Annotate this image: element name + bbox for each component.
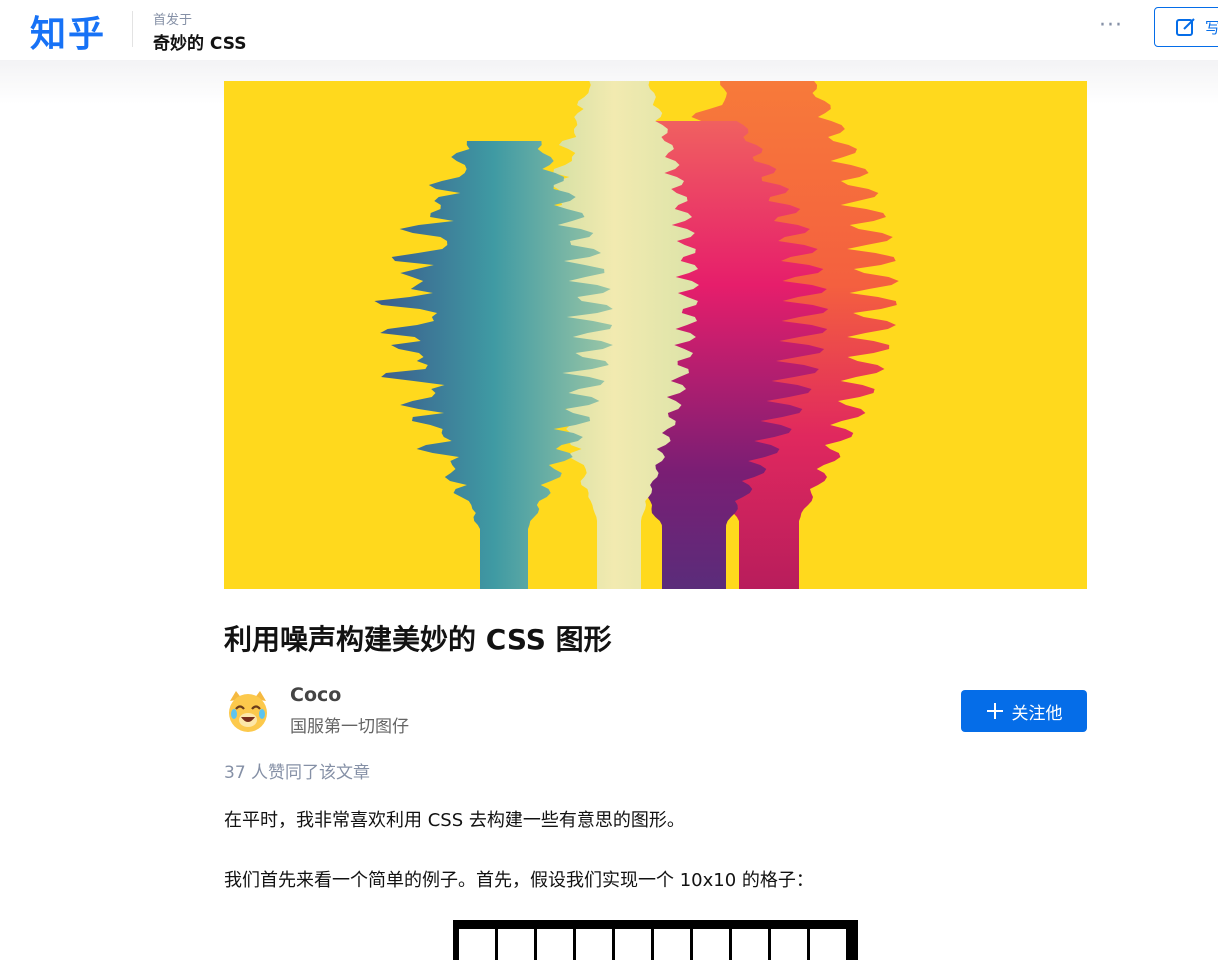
article-title: 利用噪声构建美妙的 CSS 图形 [224, 623, 612, 656]
paragraph-1: 在平时，我非常喜欢利用 CSS 去构建一些有意思的图形。 [224, 810, 685, 831]
column-prefix: 首发于 [153, 13, 193, 28]
cover-image [224, 81, 1087, 589]
grid-cell [459, 929, 495, 960]
author-avatar[interactable] [224, 687, 272, 735]
author-bio: 国服第一切图仔 [290, 717, 409, 737]
grid-cell [576, 929, 612, 960]
grid-cell [537, 929, 573, 960]
top-header: 知乎 首发于 奇妙的 CSS ··· 写 [0, 0, 1218, 60]
zhihu-logo[interactable]: 知乎 [30, 5, 106, 57]
grid-cell [732, 929, 768, 960]
grid-cell [498, 929, 534, 960]
grid-cell [771, 929, 807, 960]
header-divider [132, 11, 133, 47]
grid-cell [810, 929, 846, 960]
grid-cell [654, 929, 690, 960]
follow-button[interactable]: 关注他 [961, 690, 1087, 732]
plus-icon [986, 703, 1003, 719]
write-article-button[interactable]: 写 [1154, 7, 1218, 47]
edit-icon [1176, 18, 1195, 36]
write-label: 写 [1205, 18, 1218, 37]
more-options-button[interactable]: ··· [1099, 13, 1123, 38]
likes-count: 37 人赞同了该文章 [224, 763, 371, 783]
grid-cell [693, 929, 729, 960]
grid-example-image [453, 920, 858, 960]
more-icon: ··· [1099, 13, 1123, 38]
paragraph-2: 我们首先来看一个简单的例子。首先，假设我们实现一个 10x10 的格子： [224, 870, 814, 891]
column-name-link[interactable]: 奇妙的 CSS [153, 29, 246, 54]
laughing-dog-emoji-icon [229, 691, 267, 732]
grid-cell [615, 929, 651, 960]
follow-label: 关注他 [1011, 703, 1063, 724]
author-name[interactable]: Coco [290, 684, 341, 706]
